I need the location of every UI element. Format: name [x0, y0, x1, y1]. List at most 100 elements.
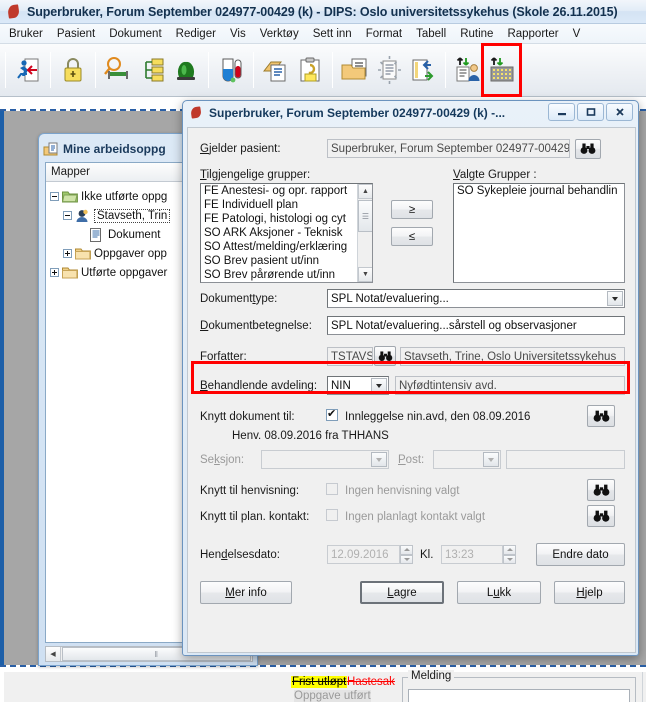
chevron-down-icon[interactable] — [371, 452, 387, 467]
tree-expander-plus-icon[interactable] — [63, 249, 72, 258]
tree-expander-minus-icon[interactable] — [63, 211, 72, 220]
label-knytt-dokument-til: Knytt dokument til: — [200, 411, 295, 423]
close-button[interactable] — [606, 103, 633, 121]
menu-rutine[interactable]: Rutine — [453, 26, 500, 42]
label-gjelder-pasient-rest: jelder pasient: — [208, 143, 281, 155]
export-document-icon[interactable] — [406, 50, 440, 90]
link-referral-checkbox[interactable] — [326, 483, 338, 495]
patient-field[interactable]: Superbruker, Forum September 024977-0042… — [327, 139, 570, 158]
link-document-checkbox[interactable] — [326, 408, 338, 421]
label-hendelsesdato: Hendelsesdato: — [200, 549, 280, 561]
event-date-field[interactable]: 12.09.2016 — [327, 545, 400, 564]
patient-search-button[interactable] — [575, 139, 601, 159]
transfer-patient-icon[interactable] — [451, 50, 485, 90]
lock-icon[interactable] — [56, 50, 90, 90]
list-item[interactable]: SO Brev pasient ut/inn — [201, 254, 372, 268]
menu-vindu[interactable]: V — [566, 26, 588, 42]
change-date-button[interactable]: Endre dato — [536, 543, 625, 566]
tree-expander-plus-icon[interactable] — [50, 268, 59, 277]
toolbar-separator — [50, 52, 51, 88]
list-item[interactable]: SO ARK Aksjoner - Teknisk — [201, 226, 372, 240]
tree-item-label: Ikke utførte oppg — [81, 190, 168, 203]
menu-dokument[interactable]: Dokument — [102, 26, 168, 42]
menu-pasient[interactable]: Pasient — [50, 26, 102, 42]
event-date-spinner[interactable] — [400, 545, 413, 564]
minimize-button[interactable] — [548, 103, 575, 121]
close-dialog-button[interactable]: Lukk — [457, 581, 541, 604]
link-document-sub-label: Henv. 08.09.2016 fra THHANS — [232, 430, 389, 442]
post-combobox[interactable] — [433, 450, 501, 469]
selected-groups-listbox[interactable]: SO Sykepleie journal behandlin — [453, 183, 625, 283]
list-item[interactable]: SO Brev ut — [201, 282, 372, 283]
department-combobox[interactable]: NIN — [327, 376, 389, 395]
menu-sett-inn[interactable]: Sett inn — [306, 26, 359, 42]
list-item[interactable]: SO Sykepleie journal behandlin — [454, 184, 624, 198]
search-bed-icon[interactable] — [101, 50, 135, 90]
alarm-lamp-icon[interactable] — [169, 50, 203, 90]
list-item[interactable]: FE Individuell plan — [201, 198, 372, 212]
document-type-combobox[interactable]: SPL Notat/evaluering... — [327, 289, 625, 308]
open-folder-icon[interactable] — [338, 50, 372, 90]
tree-item-label: Utførte oppgaver — [81, 266, 168, 279]
list-item[interactable]: FE Patologi, histologi og cyt — [201, 212, 372, 226]
event-time-spinner[interactable] — [503, 545, 516, 564]
badge-oppgave-utfort: Oppgave utført — [294, 690, 371, 702]
help-button[interactable]: Hjelp — [554, 581, 625, 604]
available-groups-scrollbar[interactable]: ▲ ☰ ▼ — [357, 184, 372, 282]
save-button[interactable]: Lagre — [360, 581, 444, 604]
available-groups-listbox[interactable]: FE Anestesi- og opr. rapport FE Individu… — [200, 183, 373, 283]
maximize-button[interactable] — [577, 103, 604, 121]
link-referral-search-button[interactable] — [587, 479, 615, 501]
scroll-left-arrow-icon[interactable]: ◀ — [46, 647, 61, 661]
link-planned-contact-checkbox-label: Ingen planlagt kontakt valgt — [345, 511, 486, 523]
section-combobox[interactable] — [261, 450, 389, 469]
person-icon — [75, 209, 91, 222]
logout-icon[interactable] — [11, 50, 45, 90]
list-item[interactable]: SO Attest/melding/erklæring — [201, 240, 372, 254]
chevron-down-icon[interactable] — [483, 452, 499, 467]
list-item[interactable]: FE Anestesi- og opr. rapport — [201, 184, 372, 198]
scrollbar-thumb[interactable]: ☰ — [358, 200, 372, 232]
spinner-up-button[interactable] — [400, 545, 413, 555]
tasks-icon — [43, 141, 59, 157]
link-planned-contact-search-button[interactable] — [587, 505, 615, 527]
new-document-icon[interactable] — [372, 50, 406, 90]
application-title: Superbruker, Forum September 024977-0042… — [27, 4, 618, 19]
menu-format[interactable]: Format — [359, 26, 409, 42]
spinner-up-button[interactable] — [503, 545, 516, 555]
menu-rapporter[interactable]: Rapporter — [500, 26, 565, 42]
menu-rediger[interactable]: Rediger — [169, 26, 223, 42]
add-group-button[interactable]: ≥ — [391, 200, 433, 219]
transfer-list-icon[interactable] — [485, 50, 519, 90]
link-planned-contact-checkbox[interactable] — [326, 509, 338, 521]
document-designation-field[interactable]: SPL Notat/evaluering...sårstell og obser… — [327, 316, 625, 335]
scroll-up-arrow-icon[interactable]: ▲ — [358, 184, 372, 199]
scroll-down-arrow-icon[interactable]: ▼ — [358, 267, 372, 282]
child-window-title: Mine arbeidsoppg — [63, 142, 166, 156]
tree-expander-minus-icon[interactable] — [50, 192, 59, 201]
event-time-field[interactable]: 13:23 — [441, 545, 503, 564]
lab-tubes-icon[interactable] — [214, 50, 248, 90]
list-item[interactable]: SO Brev pårørende ut/inn — [201, 268, 372, 282]
label-dokumenttype: Dokumenttype: — [200, 293, 278, 305]
menu-vis[interactable]: Vis — [223, 26, 253, 42]
spinner-down-button[interactable] — [400, 554, 413, 564]
menu-tabell[interactable]: Tabell — [409, 26, 453, 42]
author-search-button[interactable] — [374, 346, 396, 366]
department-name-field: Nyfødtintensiv avd. — [395, 376, 625, 395]
post-extra-field[interactable] — [506, 450, 625, 469]
spinner-down-button[interactable] — [503, 554, 516, 564]
clipboard-note-icon[interactable] — [293, 50, 327, 90]
chevron-down-icon[interactable] — [371, 378, 387, 393]
melding-textbox[interactable] — [408, 689, 630, 702]
documents-icon[interactable] — [259, 50, 293, 90]
org-chart-icon[interactable] — [135, 50, 169, 90]
link-document-search-button[interactable] — [587, 405, 615, 427]
author-code-field[interactable]: TSTAVS — [327, 347, 373, 366]
more-info-button[interactable]: Mer info — [200, 581, 292, 604]
bottom-status-panel: Frist utløpt Hastesak Oppgave utført Mel… — [4, 670, 646, 702]
remove-group-button[interactable]: ≤ — [391, 227, 433, 246]
menu-bruker[interactable]: Bruker — [2, 26, 50, 42]
menu-verktoy[interactable]: Verktøy — [253, 26, 306, 42]
chevron-down-icon[interactable] — [607, 291, 623, 306]
